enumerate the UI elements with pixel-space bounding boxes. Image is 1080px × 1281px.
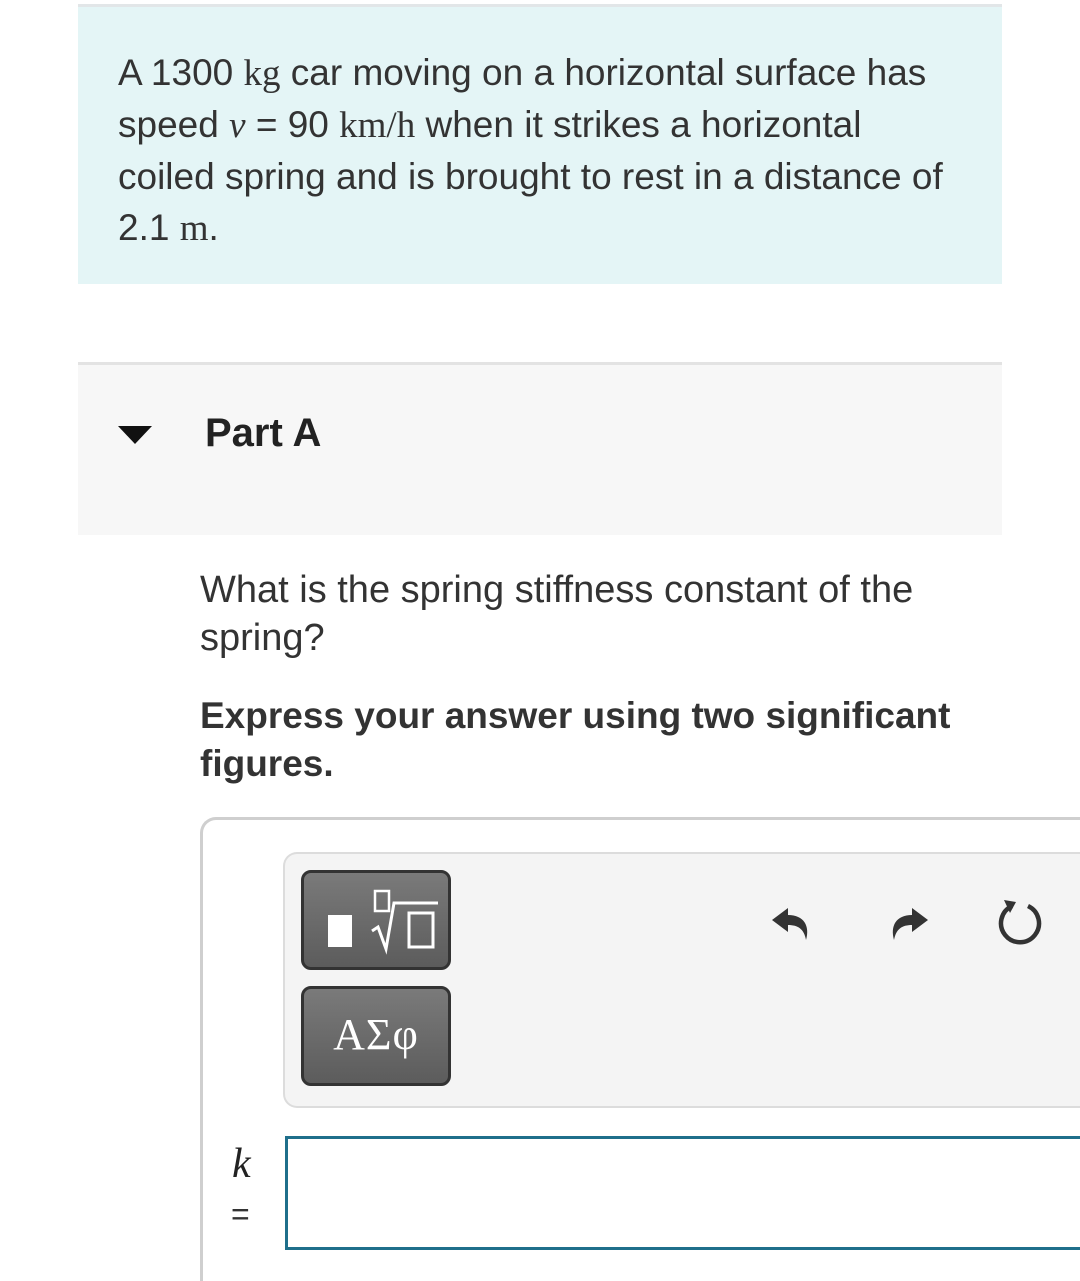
- question-text: What is the spring stiffness constant of…: [200, 569, 914, 659]
- problem-speed-unit: km/h: [339, 105, 416, 146]
- answer-input[interactable]: [285, 1136, 1080, 1250]
- answer-instruction: Express your answer using two significan…: [200, 695, 951, 784]
- part-a-header[interactable]: Part A: [78, 362, 1002, 535]
- part-title: Part A: [205, 411, 322, 455]
- collapse-caret-icon[interactable]: [118, 426, 152, 444]
- problem-text: A 1300 kg car moving on a horizontal sur…: [118, 47, 968, 254]
- templates-button[interactable]: [301, 870, 451, 970]
- answer-equals-sign: =: [231, 1196, 250, 1232]
- problem-speed-value: = 90: [255, 104, 329, 145]
- page: A 1300 kg car moving on a horizontal sur…: [0, 0, 1080, 1281]
- undo-icon[interactable]: [766, 896, 818, 948]
- problem-statement: A 1300 kg car moving on a horizontal sur…: [78, 4, 1002, 284]
- templates-sqrt-icon: [328, 889, 438, 955]
- answer-variable-label: k: [232, 1141, 251, 1187]
- problem-mass-unit: kg: [243, 53, 281, 94]
- symbols-label: ΑΣφ: [333, 1010, 419, 1059]
- problem-end: .: [208, 207, 219, 248]
- reset-icon[interactable]: [994, 896, 1046, 948]
- problem-speed-variable: v: [229, 105, 246, 146]
- problem-mass-value: A 1300: [118, 52, 234, 93]
- redo-icon[interactable]: [882, 896, 934, 948]
- symbols-button[interactable]: ΑΣφ: [301, 986, 451, 1086]
- problem-distance-unit: m: [179, 208, 209, 249]
